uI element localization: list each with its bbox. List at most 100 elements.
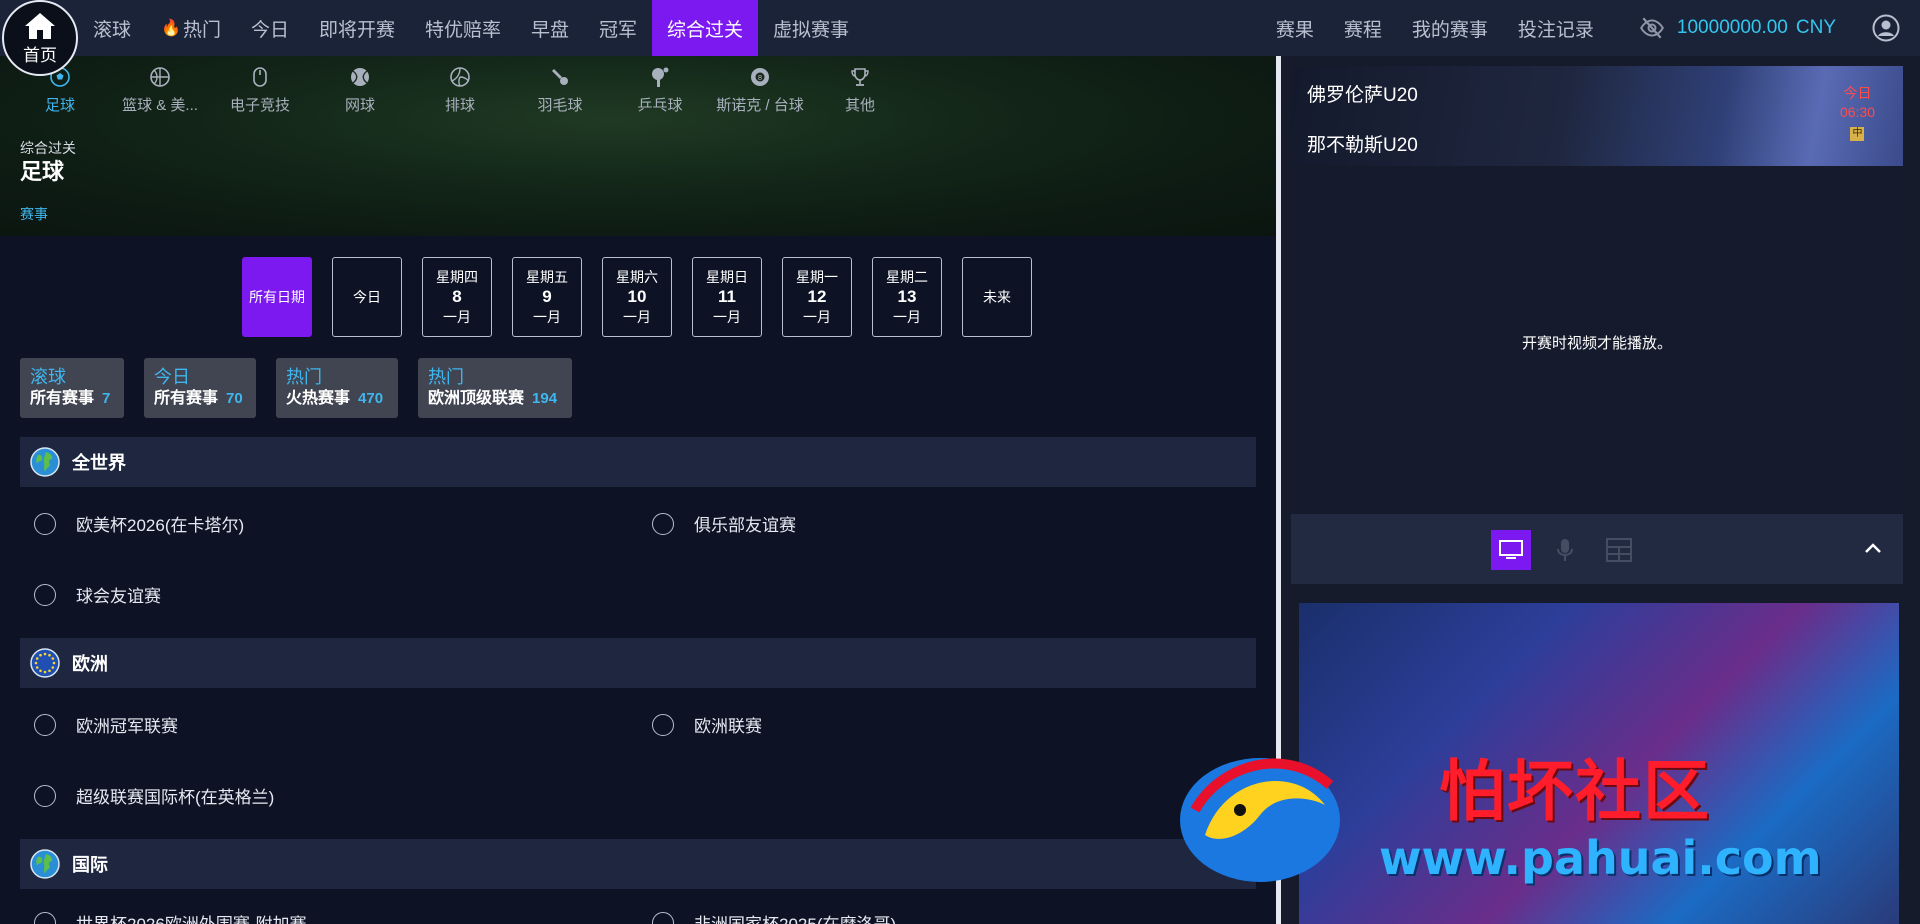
- left-panel: 足球 篮球 & 美... 电子竞技 网球 排球 羽毛球 乒乓球 8 斯诺克 / …: [0, 56, 1276, 924]
- featured-match-card[interactable]: 佛罗伦萨U20 那不勒斯U20 今日 06:30 中: [1291, 66, 1903, 166]
- globe-icon: [30, 849, 60, 879]
- league-radio[interactable]: [652, 512, 674, 535]
- date-mon[interactable]: 星期一 12 一月: [782, 257, 852, 337]
- table-tennis-icon: [649, 66, 671, 88]
- nav-virtual[interactable]: 虚拟赛事: [758, 0, 864, 56]
- audio-button[interactable]: [1545, 530, 1585, 570]
- date-today[interactable]: 今日: [332, 257, 402, 337]
- date-sat[interactable]: 星期六 10 一月: [602, 257, 672, 337]
- nav-inplay[interactable]: 滚球: [78, 0, 146, 56]
- ad-url: www.pahuai.com: [1379, 831, 1822, 885]
- promo-banner[interactable]: 怕坏社区 www.pahuai.com: [1299, 603, 1899, 924]
- flame-icon: 🔥: [161, 20, 181, 37]
- sport-tab-badminton[interactable]: 羽毛球: [510, 66, 610, 124]
- watermark-fish-logo: [1180, 758, 1340, 882]
- region-header-international[interactable]: 国际: [20, 839, 1256, 889]
- league-radio[interactable]: [652, 911, 674, 924]
- snooker-icon: 8: [749, 66, 771, 88]
- league-item[interactable]: 欧美杯2026(在卡塔尔): [34, 511, 244, 536]
- nav-bet-history[interactable]: 投注记录: [1503, 0, 1609, 56]
- sport-tab-snooker[interactable]: 8 斯诺克 / 台球: [710, 66, 810, 124]
- chevron-up-icon[interactable]: [1861, 536, 1885, 560]
- nav-special-odds[interactable]: 特优赔率: [410, 0, 516, 56]
- globe-icon: [30, 447, 60, 477]
- scoreboard-icon: [1606, 538, 1632, 562]
- eye-off-icon[interactable]: [1639, 15, 1665, 41]
- nav-results[interactable]: 赛果: [1261, 0, 1329, 56]
- date-all[interactable]: 所有日期: [242, 257, 312, 337]
- monitor-icon: [1499, 540, 1523, 559]
- quick-filter-today[interactable]: 今日 所有赛事 70: [144, 358, 256, 418]
- microphone-icon: [1557, 539, 1573, 561]
- media-toolbar: [1291, 514, 1903, 584]
- esports-mouse-icon: [249, 66, 271, 88]
- events-link[interactable]: 赛事: [20, 204, 48, 224]
- league-item[interactable]: 欧洲联赛: [652, 712, 762, 737]
- ad-title: 怕坏社区: [1439, 753, 1711, 830]
- date-tue[interactable]: 星期二 13 一月: [872, 257, 942, 337]
- nav-outright[interactable]: 冠军: [584, 0, 652, 56]
- quick-filter-top-leagues[interactable]: 热门 欧洲顶级联赛 194: [418, 358, 572, 418]
- nav-upcoming[interactable]: 即将开赛: [304, 0, 410, 56]
- sport-tab-soccer[interactable]: 足球: [10, 66, 110, 124]
- neutral-badge: 中: [1850, 127, 1865, 141]
- balance-amount: 10000000.00: [1676, 17, 1788, 38]
- badminton-icon: [549, 66, 571, 88]
- tennis-icon: [349, 66, 371, 88]
- quick-filters: 滚球 所有赛事 7 今日 所有赛事 70 热门 火热赛事 470 热门 欧洲顶级联赛 194: [20, 358, 592, 418]
- league-radio[interactable]: [34, 583, 56, 606]
- league-radio[interactable]: [34, 911, 56, 924]
- nav-hot[interactable]: 🔥 热门: [146, 0, 236, 56]
- page-title: 足球: [20, 159, 65, 184]
- league-radio[interactable]: [34, 784, 56, 807]
- date-future[interactable]: 未来: [962, 257, 1032, 337]
- region-header-world[interactable]: 全世界: [20, 437, 1256, 487]
- league-item[interactable]: 欧洲冠军联赛: [34, 712, 178, 737]
- trophy-icon: [849, 66, 871, 88]
- balance-currency: CNY: [1795, 17, 1836, 38]
- nav-early[interactable]: 早盘: [516, 0, 584, 56]
- svg-text:8: 8: [758, 74, 762, 82]
- league-item[interactable]: 世界杯2026欧洲外围赛-附加赛: [34, 910, 306, 924]
- sport-tab-tennis[interactable]: 网球: [310, 66, 410, 124]
- league-item[interactable]: 球会友谊赛: [34, 582, 161, 607]
- match-time: 今日 06:30 中: [1839, 85, 1875, 141]
- region-header-europe[interactable]: 欧洲: [20, 638, 1256, 688]
- eu-flag-icon: [30, 648, 60, 678]
- sport-tab-esports[interactable]: 电子竞技: [210, 66, 310, 124]
- quick-filter-inplay[interactable]: 滚球 所有赛事 7: [20, 358, 124, 418]
- home-icon: [25, 12, 55, 39]
- league-radio[interactable]: [34, 512, 56, 535]
- basketball-icon: [149, 66, 171, 88]
- video-message: 开赛时视频才能播放。: [1521, 334, 1672, 352]
- right-panel: 佛罗伦萨U20 那不勒斯U20 今日 06:30 中 开赛时视频才能播放。 怕坏…: [1281, 56, 1920, 924]
- user-icon[interactable]: [1872, 14, 1900, 42]
- sport-tab-other[interactable]: 其他: [810, 66, 910, 124]
- quick-filter-hot[interactable]: 热门 火热赛事 470: [276, 358, 398, 418]
- nav-my-events[interactable]: 我的赛事: [1397, 0, 1503, 56]
- league-item[interactable]: 超级联赛国际杯(在英格兰): [34, 783, 274, 808]
- league-radio[interactable]: [652, 713, 674, 736]
- date-fri[interactable]: 星期五 9 一月: [512, 257, 582, 337]
- league-item[interactable]: 俱乐部友谊赛: [652, 511, 796, 536]
- league-item[interactable]: 非洲国家杯2025(在摩洛哥): [652, 910, 896, 924]
- nav-today[interactable]: 今日: [236, 0, 304, 56]
- date-filter: 所有日期 今日 星期四 8 一月 星期五 9 一月 星期六 10 一月 星期日 11 一月 星期…: [242, 257, 1052, 337]
- league-radio[interactable]: [34, 713, 56, 736]
- main-menu: 滚球 🔥 热门 今日 即将开赛 特优赔率 早盘 冠军 综合过关 虚拟赛事: [78, 0, 864, 56]
- top-navigation: 首页 滚球 🔥 热门 今日 即将开赛 特优赔率 早盘 冠军 综合过关 虚拟赛事 赛…: [0, 0, 1920, 76]
- date-thu[interactable]: 星期四 8 一月: [422, 257, 492, 337]
- sport-tab-volleyball[interactable]: 排球: [410, 66, 510, 124]
- nav-schedule[interactable]: 赛程: [1329, 0, 1397, 56]
- date-sun[interactable]: 星期日 11 一月: [692, 257, 762, 337]
- home-button[interactable]: 首页: [2, 0, 78, 76]
- tv-button[interactable]: [1491, 530, 1531, 570]
- sport-tabs: 足球 篮球 & 美... 电子竞技 网球 排球 羽毛球 乒乓球 8 斯诺克 / …: [10, 66, 910, 124]
- sport-banner: 足球 篮球 & 美... 电子竞技 网球 排球 羽毛球 乒乓球 8 斯诺克 / …: [0, 56, 1276, 236]
- sport-tab-table-tennis[interactable]: 乒乓球: [610, 66, 710, 124]
- nav-parlay[interactable]: 综合过关: [652, 0, 759, 56]
- scoreboard-button[interactable]: [1599, 530, 1639, 570]
- video-player[interactable]: 开赛时视频才能播放。: [1291, 170, 1903, 514]
- sport-tab-basketball[interactable]: 篮球 & 美...: [110, 66, 210, 124]
- away-team: 那不勒斯U20: [1307, 135, 1418, 156]
